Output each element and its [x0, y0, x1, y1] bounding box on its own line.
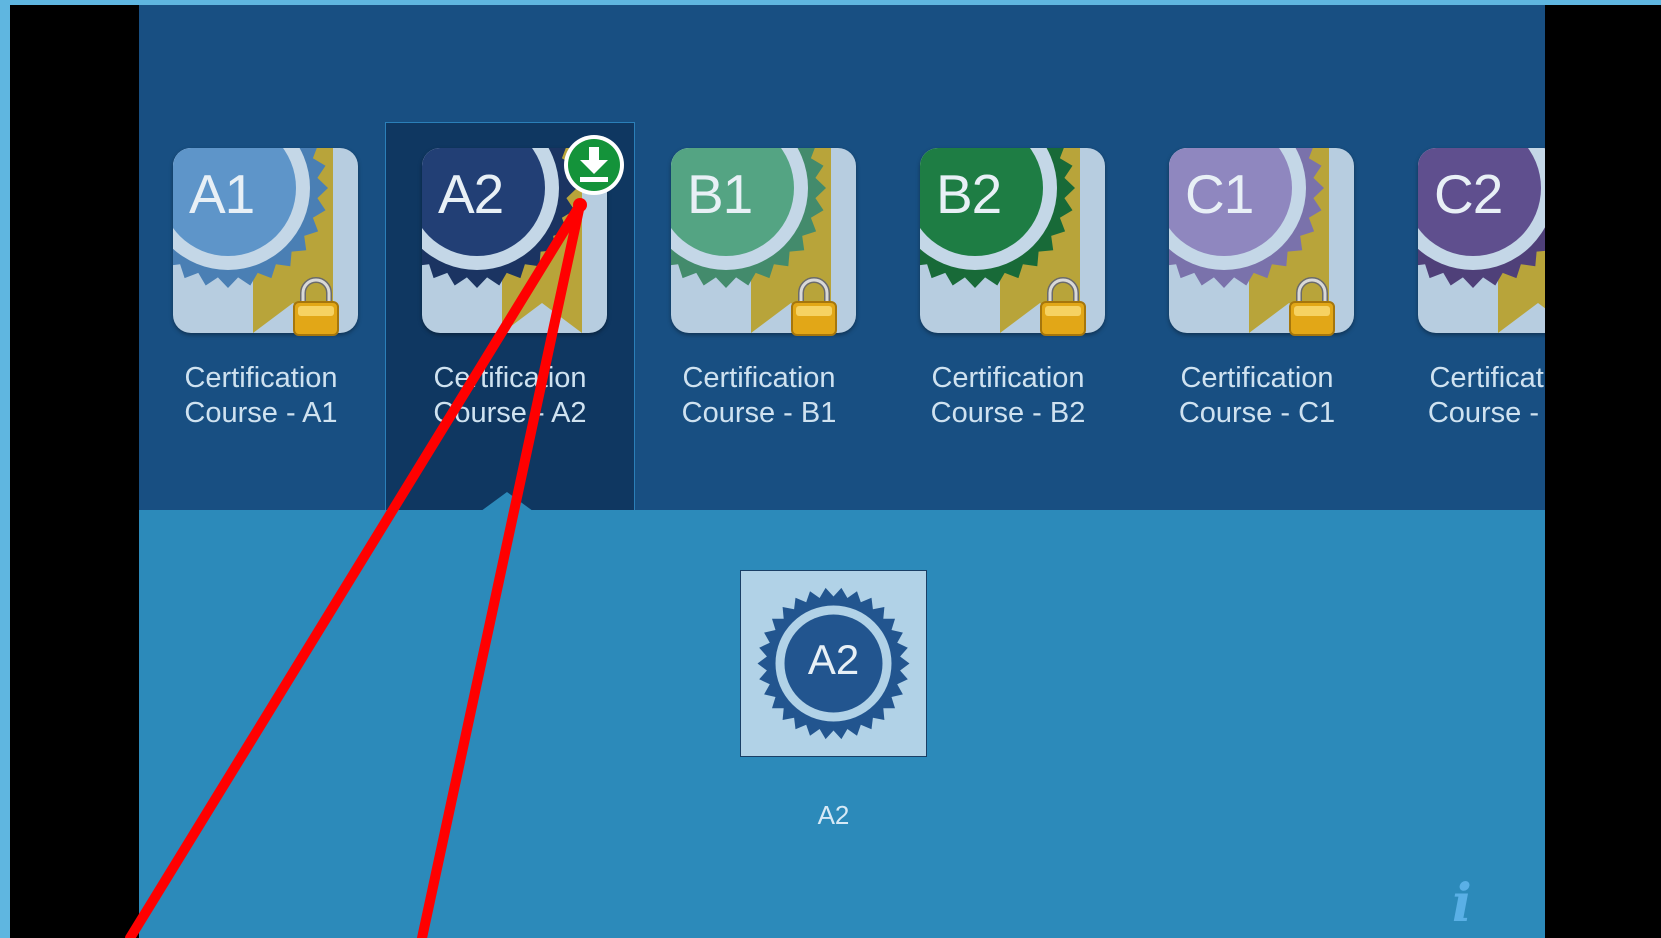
selected-course-label: A2: [817, 800, 850, 830]
course-level-text: A2: [438, 163, 504, 225]
course-label-line2: Course - C1: [1178, 397, 1336, 429]
app-window: A1 Certification Course - A1 A2 Certificatio…: [139, 5, 1545, 938]
course-label-line1: Certification: [682, 362, 836, 394]
lock-icon: [1040, 277, 1086, 336]
course-label: Certification Course - A2: [386, 361, 634, 431]
course-label: Certification Course - B2: [884, 361, 1132, 431]
medal-icon: A2: [757, 587, 910, 740]
course-card-b2[interactable]: B2 Certification Course - B2: [884, 123, 1132, 510]
selection-pointer: [477, 492, 537, 510]
course-label-line1: Certification: [433, 362, 587, 394]
course-label: CertificationCourse - C2: [1382, 361, 1545, 431]
course-label-line2: Course - A2: [433, 397, 587, 429]
course-carousel[interactable]: A1 Certification Course - A1 A2 Certificatio…: [139, 5, 1545, 510]
course-label-line2: Course - C2: [1427, 397, 1545, 429]
course-card-a1[interactable]: A1 Certification Course - A1: [139, 123, 385, 510]
course-level-text: A1: [189, 163, 255, 225]
badge-level-text: A2: [808, 636, 859, 683]
course-label-line2: Course - B2: [930, 397, 1086, 429]
course-label: Certification Course - A1: [139, 361, 385, 431]
course-level-text: B1: [687, 163, 753, 225]
course-card-c1[interactable]: C1 Certification Course - C1: [1133, 123, 1381, 510]
download-icon[interactable]: [562, 133, 626, 197]
course-card-a2[interactable]: A2 Certification Course - A2: [385, 122, 635, 510]
course-label: Certification Course - B1: [635, 361, 883, 431]
lock-icon: [791, 277, 837, 336]
course-label-line1: Certification: [184, 362, 338, 394]
course-label: Certification Course - C1: [1133, 361, 1381, 431]
course-label-line1: Certification: [931, 362, 1085, 394]
course-level-text: B2: [936, 163, 1002, 225]
course-icon[interactable]: C2: [1418, 148, 1545, 333]
course-label-line2: Course - A1: [184, 397, 338, 429]
course-label-line1: Certification: [1180, 362, 1334, 394]
course-level-text: C2: [1434, 163, 1503, 225]
course-card-c2[interactable]: C2 CertificationCourse - C2: [1382, 123, 1545, 510]
course-label-line2: Course - B1: [681, 397, 837, 429]
selected-course-badge[interactable]: A2: [740, 570, 927, 757]
course-level-text: C1: [1185, 163, 1254, 225]
info-button[interactable]: i: [1452, 873, 1472, 934]
lock-icon: [1289, 277, 1335, 336]
lock-icon: [293, 277, 339, 336]
course-label-line1: Certification: [1429, 362, 1545, 394]
course-card-b1[interactable]: B1 Certification Course - B1: [635, 123, 883, 510]
